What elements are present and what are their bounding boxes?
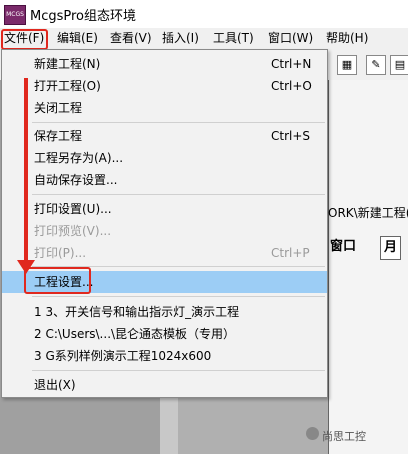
menu-insert[interactable]: 插入(I)	[162, 30, 199, 47]
menu-item-print-settings[interactable]: 打印设置(U)...	[2, 198, 327, 220]
menu-item-print: 打印(P)... Ctrl+P	[34, 246, 310, 260]
menu-item-recent-3[interactable]: 3 G系列样例演示工程1024x600	[2, 345, 327, 367]
menu-separator	[32, 122, 325, 123]
menu-help[interactable]: 帮助(H)	[326, 30, 368, 47]
wechat-icon	[306, 427, 319, 440]
app-logo-icon: MCGS	[4, 5, 26, 25]
menu-edit[interactable]: 编辑(E)	[57, 30, 98, 47]
watermark: 尚思工控	[306, 427, 366, 444]
menu-item-close-project[interactable]: 关闭工程	[2, 97, 327, 119]
menu-tools[interactable]: 工具(T)	[213, 30, 254, 47]
project-path-text: ORK\新建工程(	[328, 206, 408, 220]
menu-item-recent-1[interactable]: 1 3、开关信号和输出指示灯_演示工程	[2, 301, 327, 323]
annotation-arrow-shaft	[24, 78, 28, 263]
workspace-panel-right	[328, 80, 408, 454]
menu-item-save-as[interactable]: 工程另存为(A)...	[2, 147, 327, 169]
annotation-arrow-down-icon	[17, 260, 35, 274]
menu-separator	[32, 194, 325, 195]
grid-icon[interactable]: ▦	[337, 55, 357, 75]
menu-item-autosave-settings[interactable]: 自动保存设置...	[2, 169, 327, 191]
properties-icon[interactable]: ✎	[366, 55, 386, 75]
menu-bar: 文件(F) 编辑(E) 查看(V) 插入(I) 工具(T) 窗口(W) 帮助(H…	[0, 28, 408, 49]
layout-icon[interactable]: ▤	[390, 55, 408, 75]
window-title: McgsPro组态环境	[30, 9, 137, 24]
new-window-button[interactable]: 窗口	[330, 236, 356, 258]
menu-item-new-project[interactable]: 新建工程(N) Ctrl+N	[2, 53, 327, 75]
title-bar: MCGS McgsPro组态环境	[0, 0, 408, 28]
watermark-text: 尚思工控	[322, 430, 366, 443]
menu-window[interactable]: 窗口(W)	[268, 30, 313, 47]
file-menu-highlight-box	[1, 29, 48, 50]
menu-item-exit[interactable]: 退出(X)	[2, 374, 327, 396]
menu-separator	[32, 370, 325, 371]
menu-item-print-preview: 打印预览(V)...	[34, 224, 112, 238]
menu-separator	[32, 296, 325, 297]
window-button-2[interactable]: 月	[380, 236, 402, 260]
file-menu-dropdown: 新建工程(N) Ctrl+N 打开工程(O) Ctrl+O 关闭工程 保存工程 …	[1, 49, 328, 398]
menu-item-open-project[interactable]: 打开工程(O) Ctrl+O	[2, 75, 327, 97]
menu-item-recent-2[interactable]: 2 C:\Users\...\昆仑通态模板（专用）	[2, 323, 327, 345]
menu-view[interactable]: 查看(V)	[110, 30, 152, 47]
menu-item-save-project[interactable]: 保存工程 Ctrl+S	[2, 125, 327, 147]
